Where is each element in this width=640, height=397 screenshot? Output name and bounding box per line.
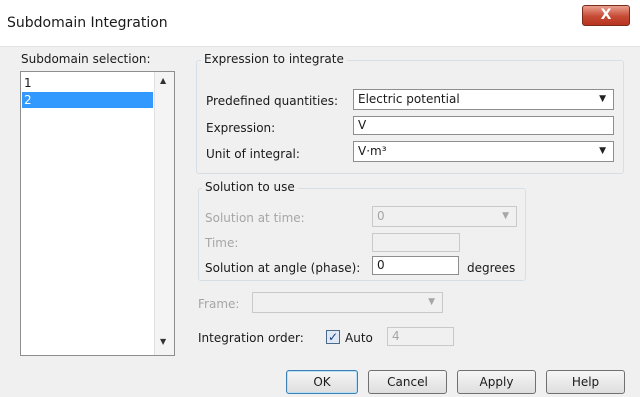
solution-at-time-label: Solution at time: [205,211,305,225]
solution-at-time-value: 0 [377,209,385,223]
auto-label: Auto [345,331,373,345]
predefined-quantities-select[interactable]: Electric potential ▼ [353,89,614,110]
time-input[interactable] [372,233,460,252]
auto-checkbox[interactable]: ✓ [326,330,340,344]
predefined-quantities-label: Predefined quantities: [206,94,338,108]
solution-at-angle-label: Solution at angle (phase): [205,261,361,275]
window-title: Subdomain Integration [7,15,168,31]
apply-button[interactable]: Apply [457,370,536,394]
expression-input[interactable]: V [353,116,614,135]
chevron-down-icon: ▼ [502,211,509,221]
cancel-button[interactable]: Cancel [368,370,447,394]
close-icon: X [600,7,612,23]
chevron-down-icon: ▼ [599,146,606,156]
time-label: Time: [205,236,239,250]
chevron-down-icon: ▼ [599,94,606,104]
solution-at-time-select[interactable]: 0 ▼ [372,206,517,227]
angle-input[interactable]: 0 [372,256,459,275]
scroll-up-icon[interactable]: ▲ [160,76,166,85]
unit-of-integral-value: V·m³ [358,144,387,158]
list-item-selected[interactable]: 2 [22,92,153,108]
list-scrollbar[interactable]: ▲ ▼ [154,72,174,355]
unit-of-integral-label: Unit of integral: [206,147,300,161]
unit-of-integral-select[interactable]: V·m³ ▼ [353,141,614,162]
help-button[interactable]: Help [546,370,625,394]
list-item[interactable]: 1 [22,75,153,91]
subdomain-list[interactable]: 1 2 ▲ ▼ [20,71,175,356]
degrees-unit-label: degrees [467,261,516,275]
scroll-down-icon[interactable]: ▼ [160,337,166,346]
integration-order-input[interactable]: 4 [387,327,454,346]
frame-label: Frame: [198,297,240,311]
solution-group-title: Solution to use [202,180,298,194]
checkmark-icon: ✓ [327,330,339,344]
frame-select[interactable]: ▼ [252,292,443,313]
chevron-down-icon: ▼ [428,297,435,307]
expression-group-title: Expression to integrate [201,52,347,66]
subdomain-selection-label: Subdomain selection: [21,52,151,66]
title-bar: Subdomain Integration X [0,0,640,46]
subdomain-integration-dialog: Subdomain Integration X Subdomain select… [0,0,640,397]
integration-order-label: Integration order: [198,331,304,345]
close-button[interactable]: X [582,5,630,26]
ok-button[interactable]: OK [286,370,358,394]
predefined-quantities-value: Electric potential [358,92,460,106]
expression-label: Expression: [206,121,276,135]
